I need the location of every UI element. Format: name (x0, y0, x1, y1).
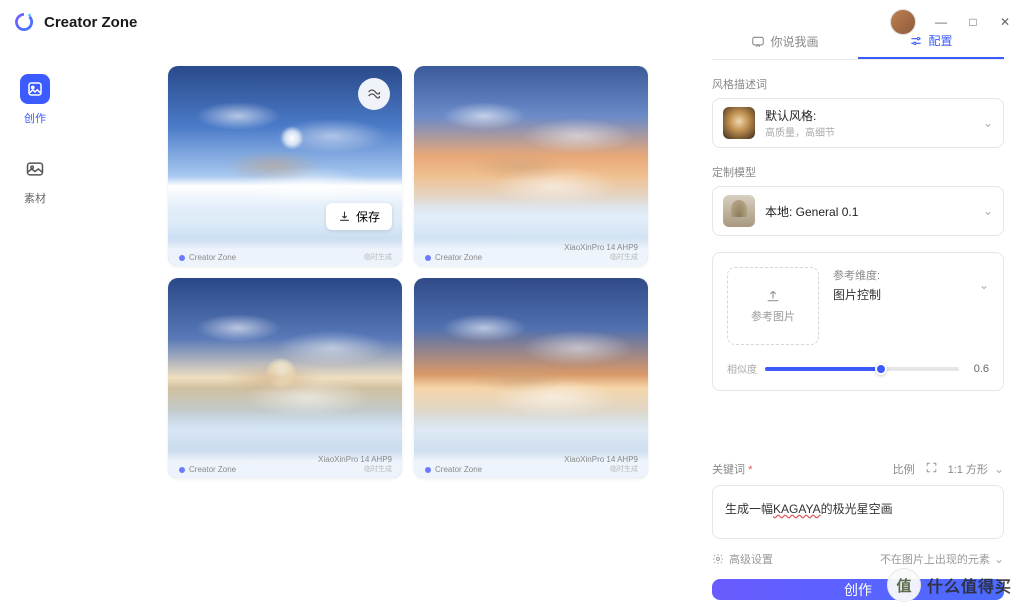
similarity-value: 0.6 (967, 363, 989, 375)
nav-label-create: 创作 (24, 110, 46, 126)
model-section-label: 定制模型 (712, 164, 1004, 180)
result-image (414, 278, 648, 478)
aspect-ratio-icon (925, 461, 938, 477)
model-thumbnail (723, 195, 755, 227)
card-footer: Creator Zone XiaoXinPro 14 AHP9临时生成 (414, 450, 648, 478)
save-label: 保存 (356, 208, 380, 225)
style-section: 风格描述词 默认风格: 高质量，高细节 ⌄ (712, 76, 1004, 148)
app-logo: Creator Zone (12, 10, 137, 34)
result-card[interactable]: Creator Zone XiaoXinPro 14 AHP9临时生成 (168, 278, 402, 478)
reference-dimension-row[interactable]: 参考维度: 图片控制 ⌄ (833, 267, 989, 303)
ref-dim-value: 图片控制 (833, 286, 881, 303)
model-select[interactable]: 本地: General 0.1 ⌄ (712, 186, 1004, 236)
watermark: 值 什么值得买 (887, 568, 1012, 602)
style-subtitle: 高质量，高细节 (765, 124, 973, 139)
similarity-slider-row: 相似度 0.6 (727, 361, 989, 376)
keywords-header: 关键词 * 比例 1:1 方形 ⌄ (712, 461, 1004, 477)
result-image (168, 278, 402, 478)
advanced-settings-toggle[interactable]: 高级设置 (712, 551, 773, 567)
reference-section: 参考图片 参考维度: 图片控制 ⌄ 相似度 0.6 (712, 252, 1004, 391)
negative-prompt-toggle[interactable]: 不在图片上出现的元素 ⌄ (880, 551, 1004, 567)
upload-reference-button[interactable]: 参考图片 (727, 267, 819, 345)
ratio-select[interactable]: 1:1 方形 ⌄ (948, 461, 1004, 477)
keywords-label: 关键词 * (712, 461, 752, 477)
assets-icon (20, 154, 50, 184)
card-footer: Creator Zone XiaoXinPro 14 AHP9临时生成 (414, 238, 648, 266)
watermark-badge: 值 (887, 568, 921, 602)
model-title: 本地: General 0.1 (765, 203, 973, 220)
style-section-label: 风格描述词 (712, 76, 1004, 92)
nav-label-assets: 素材 (24, 190, 46, 206)
chat-icon (751, 35, 765, 49)
style-thumbnail (723, 107, 755, 139)
save-button[interactable]: 保存 (326, 203, 392, 230)
app-title: Creator Zone (44, 14, 137, 31)
result-image (414, 66, 648, 266)
chevron-down-icon: ⌄ (983, 116, 993, 130)
chevron-down-icon: ⌄ (994, 462, 1004, 476)
result-card[interactable]: Creator Zone XiaoXinPro 14 AHP9临时生成 (414, 278, 648, 478)
style-title: 默认风格: (765, 107, 973, 124)
result-card[interactable]: 保存 Creator Zone 临时生成 (168, 66, 402, 266)
nav-rail: 创作 素材 (0, 56, 70, 206)
chevron-down-icon: ⌄ (983, 204, 993, 218)
download-icon (338, 210, 351, 223)
create-icon (20, 74, 50, 104)
style-select[interactable]: 默认风格: 高质量，高细节 ⌄ (712, 98, 1004, 148)
config-panel: 你说我画 配置 风格描述词 默认风格: 高质量，高细节 ⌄ 定制模型 本地: G… (712, 24, 1004, 600)
prompt-input[interactable]: 生成一幅KAGAYA的极光星空画 (712, 485, 1004, 539)
result-card[interactable]: Creator Zone XiaoXinPro 14 AHP9临时生成 (414, 66, 648, 266)
results-grid: 保存 Creator Zone 临时生成 Creator Zone XiaoXi… (168, 66, 648, 478)
similarity-slider[interactable] (765, 367, 959, 371)
chevron-down-icon: ⌄ (994, 552, 1004, 566)
ratio-label: 比例 (893, 461, 915, 477)
ref-dim-label: 参考维度: (833, 267, 881, 283)
advanced-row: 高级设置 不在图片上出现的元素 ⌄ (712, 551, 1004, 567)
nav-item-assets[interactable]: 素材 (20, 154, 50, 206)
tab-config[interactable]: 配置 (858, 24, 1004, 59)
variations-icon[interactable] (358, 78, 390, 110)
model-section: 定制模型 本地: General 0.1 ⌄ (712, 164, 1004, 236)
panel-tabs: 你说我画 配置 (712, 24, 1004, 60)
chevron-down-icon: ⌄ (979, 278, 989, 292)
app-logo-icon (12, 10, 36, 34)
gear-icon (712, 553, 724, 565)
slider-thumb[interactable] (875, 363, 887, 375)
watermark-text: 什么值得买 (927, 573, 1012, 597)
card-footer: Creator Zone 临时生成 (168, 238, 402, 266)
upload-label: 参考图片 (751, 308, 795, 324)
tab-prompt[interactable]: 你说我画 (712, 24, 858, 59)
card-footer: Creator Zone XiaoXinPro 14 AHP9临时生成 (168, 450, 402, 478)
nav-item-create[interactable]: 创作 (20, 74, 50, 126)
upload-icon (765, 288, 781, 304)
similarity-label: 相似度 (727, 361, 757, 376)
sliders-icon (909, 34, 923, 48)
